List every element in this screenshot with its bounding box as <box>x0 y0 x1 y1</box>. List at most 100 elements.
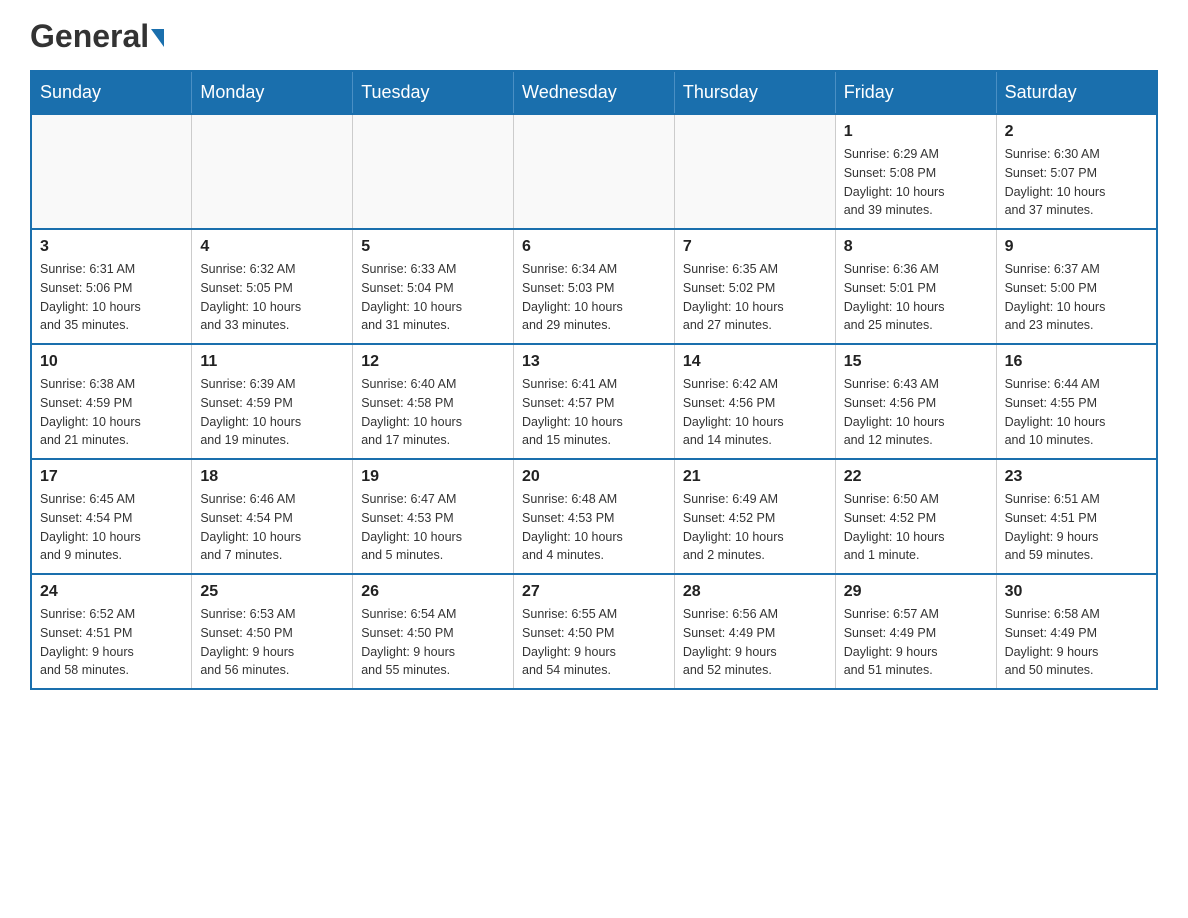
day-info: Sunrise: 6:36 AM Sunset: 5:01 PM Dayligh… <box>844 260 988 335</box>
calendar-cell: 9 Sunrise: 6:37 AM Sunset: 5:00 PM Daylig… <box>996 229 1157 344</box>
calendar-cell: 30Sunrise: 6:58 AM Sunset: 4:49 PM Dayli… <box>996 574 1157 689</box>
day-info: Sunrise: 6:57 AM Sunset: 4:49 PM Dayligh… <box>844 605 988 680</box>
day-info: Sunrise: 6:43 AM Sunset: 4:56 PM Dayligh… <box>844 375 988 450</box>
day-info: Sunrise: 6:37 AM Sunset: 5:00 PM Dayligh… <box>1005 260 1148 335</box>
day-info: Sunrise: 6:40 AM Sunset: 4:58 PM Dayligh… <box>361 375 505 450</box>
day-number: 19 <box>361 468 505 486</box>
calendar-cell: 3 Sunrise: 6:31 AM Sunset: 5:06 PM Daylig… <box>31 229 192 344</box>
calendar-cell <box>514 114 675 229</box>
day-number: 8 <box>844 238 988 256</box>
day-number: 12 <box>361 353 505 371</box>
logo: General <box>30 20 164 50</box>
day-number: 6 <box>522 238 666 256</box>
day-info: Sunrise: 6:58 AM Sunset: 4:49 PM Dayligh… <box>1005 605 1148 680</box>
calendar-week-2: 3 Sunrise: 6:31 AM Sunset: 5:06 PM Daylig… <box>31 229 1157 344</box>
day-number: 16 <box>1005 353 1148 371</box>
calendar-cell: 27Sunrise: 6:55 AM Sunset: 4:50 PM Dayli… <box>514 574 675 689</box>
calendar-cell: 14 Sunrise: 6:42 AM Sunset: 4:56 PM Dayli… <box>674 344 835 459</box>
calendar-week-4: 17Sunrise: 6:45 AM Sunset: 4:54 PM Dayli… <box>31 459 1157 574</box>
day-number: 23 <box>1005 468 1148 486</box>
header-day-tuesday: Tuesday <box>353 71 514 114</box>
day-info: Sunrise: 6:50 AM Sunset: 4:52 PM Dayligh… <box>844 490 988 565</box>
day-info: Sunrise: 6:47 AM Sunset: 4:53 PM Dayligh… <box>361 490 505 565</box>
day-number: 20 <box>522 468 666 486</box>
day-info: Sunrise: 6:55 AM Sunset: 4:50 PM Dayligh… <box>522 605 666 680</box>
calendar-cell: 13 Sunrise: 6:41 AM Sunset: 4:57 PM Dayli… <box>514 344 675 459</box>
day-number: 11 <box>200 353 344 371</box>
calendar-header-row: SundayMondayTuesdayWednesdayThursdayFrid… <box>31 71 1157 114</box>
day-info: Sunrise: 6:34 AM Sunset: 5:03 PM Dayligh… <box>522 260 666 335</box>
day-info: Sunrise: 6:53 AM Sunset: 4:50 PM Dayligh… <box>200 605 344 680</box>
day-info: Sunrise: 6:51 AM Sunset: 4:51 PM Dayligh… <box>1005 490 1148 565</box>
day-number: 13 <box>522 353 666 371</box>
calendar-cell <box>192 114 353 229</box>
day-number: 15 <box>844 353 988 371</box>
day-number: 26 <box>361 583 505 601</box>
day-number: 29 <box>844 583 988 601</box>
calendar-cell: 17Sunrise: 6:45 AM Sunset: 4:54 PM Dayli… <box>31 459 192 574</box>
day-number: 28 <box>683 583 827 601</box>
calendar-cell: 22 Sunrise: 6:50 AM Sunset: 4:52 PM Dayli… <box>835 459 996 574</box>
calendar-cell <box>674 114 835 229</box>
calendar-cell: 16 Sunrise: 6:44 AM Sunset: 4:55 PM Dayli… <box>996 344 1157 459</box>
day-number: 24 <box>40 583 183 601</box>
day-number: 22 <box>844 468 988 486</box>
day-number: 3 <box>40 238 183 256</box>
calendar-cell <box>31 114 192 229</box>
day-info: Sunrise: 6:31 AM Sunset: 5:06 PM Dayligh… <box>40 260 183 335</box>
calendar-cell: 28Sunrise: 6:56 AM Sunset: 4:49 PM Dayli… <box>674 574 835 689</box>
day-info: Sunrise: 6:49 AM Sunset: 4:52 PM Dayligh… <box>683 490 827 565</box>
calendar-cell: 20 Sunrise: 6:48 AM Sunset: 4:53 PM Dayli… <box>514 459 675 574</box>
calendar-cell: 5 Sunrise: 6:33 AM Sunset: 5:04 PM Daylig… <box>353 229 514 344</box>
day-info: Sunrise: 6:48 AM Sunset: 4:53 PM Dayligh… <box>522 490 666 565</box>
calendar-cell: 2 Sunrise: 6:30 AM Sunset: 5:07 PM Daylig… <box>996 114 1157 229</box>
calendar-cell: 25 Sunrise: 6:53 AM Sunset: 4:50 PM Dayli… <box>192 574 353 689</box>
day-info: Sunrise: 6:30 AM Sunset: 5:07 PM Dayligh… <box>1005 145 1148 220</box>
day-number: 4 <box>200 238 344 256</box>
day-info: Sunrise: 6:42 AM Sunset: 4:56 PM Dayligh… <box>683 375 827 450</box>
calendar-week-5: 24 Sunrise: 6:52 AM Sunset: 4:51 PM Dayli… <box>31 574 1157 689</box>
calendar-cell: 15 Sunrise: 6:43 AM Sunset: 4:56 PM Dayli… <box>835 344 996 459</box>
calendar-table: SundayMondayTuesdayWednesdayThursdayFrid… <box>30 70 1158 690</box>
logo-triangle-icon <box>151 29 164 47</box>
day-number: 7 <box>683 238 827 256</box>
day-info: Sunrise: 6:54 AM Sunset: 4:50 PM Dayligh… <box>361 605 505 680</box>
day-number: 1 <box>844 123 988 141</box>
calendar-cell: 24 Sunrise: 6:52 AM Sunset: 4:51 PM Dayli… <box>31 574 192 689</box>
day-number: 21 <box>683 468 827 486</box>
header-day-sunday: Sunday <box>31 71 192 114</box>
calendar-week-1: 1 Sunrise: 6:29 AM Sunset: 5:08 PM Daylig… <box>31 114 1157 229</box>
day-number: 9 <box>1005 238 1148 256</box>
calendar-week-3: 10Sunrise: 6:38 AM Sunset: 4:59 PM Dayli… <box>31 344 1157 459</box>
header-day-thursday: Thursday <box>674 71 835 114</box>
header-day-friday: Friday <box>835 71 996 114</box>
day-info: Sunrise: 6:33 AM Sunset: 5:04 PM Dayligh… <box>361 260 505 335</box>
day-info: Sunrise: 6:29 AM Sunset: 5:08 PM Dayligh… <box>844 145 988 220</box>
calendar-cell: 7Sunrise: 6:35 AM Sunset: 5:02 PM Daylig… <box>674 229 835 344</box>
day-info: Sunrise: 6:39 AM Sunset: 4:59 PM Dayligh… <box>200 375 344 450</box>
page-header: General <box>30 20 1158 50</box>
calendar-cell: 6 Sunrise: 6:34 AM Sunset: 5:03 PM Daylig… <box>514 229 675 344</box>
day-info: Sunrise: 6:44 AM Sunset: 4:55 PM Dayligh… <box>1005 375 1148 450</box>
calendar-cell: 1 Sunrise: 6:29 AM Sunset: 5:08 PM Daylig… <box>835 114 996 229</box>
day-number: 18 <box>200 468 344 486</box>
day-info: Sunrise: 6:46 AM Sunset: 4:54 PM Dayligh… <box>200 490 344 565</box>
day-number: 25 <box>200 583 344 601</box>
day-info: Sunrise: 6:45 AM Sunset: 4:54 PM Dayligh… <box>40 490 183 565</box>
header-day-wednesday: Wednesday <box>514 71 675 114</box>
calendar-cell: 19 Sunrise: 6:47 AM Sunset: 4:53 PM Dayli… <box>353 459 514 574</box>
header-day-monday: Monday <box>192 71 353 114</box>
day-info: Sunrise: 6:52 AM Sunset: 4:51 PM Dayligh… <box>40 605 183 680</box>
calendar-cell: 23 Sunrise: 6:51 AM Sunset: 4:51 PM Dayli… <box>996 459 1157 574</box>
calendar-cell: 4 Sunrise: 6:32 AM Sunset: 5:05 PM Daylig… <box>192 229 353 344</box>
calendar-cell: 29 Sunrise: 6:57 AM Sunset: 4:49 PM Dayli… <box>835 574 996 689</box>
day-number: 5 <box>361 238 505 256</box>
logo-general: General <box>30 20 149 52</box>
day-info: Sunrise: 6:32 AM Sunset: 5:05 PM Dayligh… <box>200 260 344 335</box>
day-info: Sunrise: 6:41 AM Sunset: 4:57 PM Dayligh… <box>522 375 666 450</box>
header-day-saturday: Saturday <box>996 71 1157 114</box>
day-info: Sunrise: 6:38 AM Sunset: 4:59 PM Dayligh… <box>40 375 183 450</box>
day-number: 2 <box>1005 123 1148 141</box>
calendar-cell: 18 Sunrise: 6:46 AM Sunset: 4:54 PM Dayli… <box>192 459 353 574</box>
day-number: 14 <box>683 353 827 371</box>
